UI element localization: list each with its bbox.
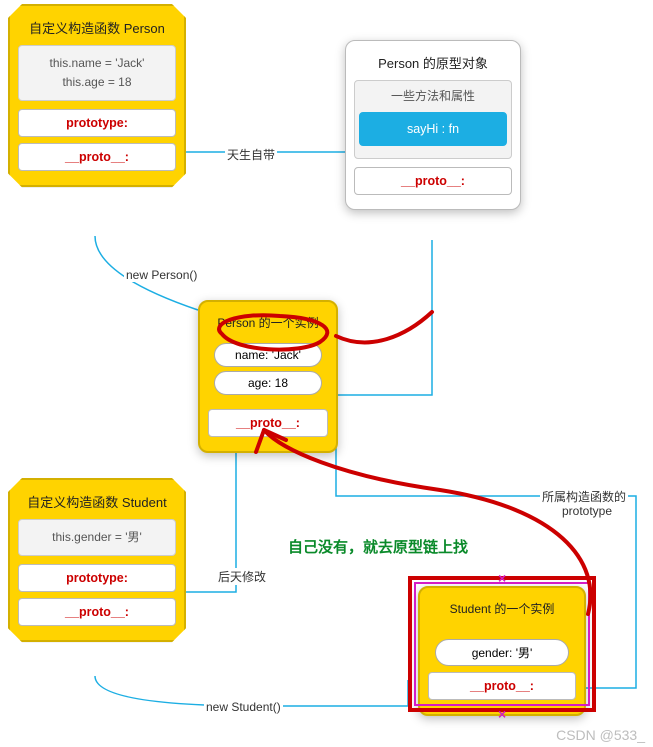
- person-constructor-title: 自定义构造函数 Person: [18, 14, 176, 45]
- person-instance-prop-age: age: 18: [214, 371, 322, 395]
- edge-label-new-person: new Person(): [124, 268, 199, 282]
- person-constructor-box: 自定义构造函数 Person this.name = 'Jack' this.a…: [8, 4, 186, 187]
- person-prototype-method: sayHi : fn: [359, 112, 507, 146]
- person-constructor-body: this.name = 'Jack' this.age = 18: [18, 45, 176, 101]
- student-ctor-prototype-slot: prototype:: [18, 564, 176, 592]
- edge-label-belongs-1: 所属构造函数的: [540, 488, 628, 505]
- annotation-green: 自己没有，就去原型链上找: [288, 536, 468, 557]
- watermark: CSDN @533_: [556, 727, 645, 743]
- edge-label-innate: 天生自带: [225, 146, 277, 163]
- person-ctor-code-2: this.age = 18: [25, 73, 169, 92]
- edge-label-new-student: new Student(): [204, 700, 283, 714]
- person-prototype-inner: 一些方法和属性 sayHi : fn: [354, 80, 512, 159]
- edge-label-belongs-2: prototype: [560, 504, 614, 518]
- edge-label-modify: 后天修改: [216, 568, 268, 585]
- student-constructor-box: 自定义构造函数 Student this.gender = '男' protot…: [8, 478, 186, 642]
- person-prototype-title: Person 的原型对象: [354, 49, 512, 80]
- student-instance-box: Student 的一个实例 gender: '男' __proto__:: [418, 586, 586, 716]
- student-ctor-proto-slot: __proto__:: [18, 598, 176, 626]
- student-instance-prop-gender: gender: '男': [435, 639, 568, 666]
- person-instance-proto-slot: __proto__:: [208, 409, 328, 437]
- student-constructor-title: 自定义构造函数 Student: [18, 488, 176, 519]
- person-instance-prop-name: name: 'Jack': [214, 343, 322, 367]
- person-instance-title: Person 的一个实例: [208, 310, 328, 339]
- selection-x-bottom: ×: [498, 706, 506, 722]
- person-ctor-prototype-slot: prototype:: [18, 109, 176, 137]
- person-ctor-code-1: this.name = 'Jack': [25, 54, 169, 73]
- selection-x-top: ×: [498, 570, 506, 586]
- person-ctor-proto-slot: __proto__:: [18, 143, 176, 171]
- person-prototype-box: Person 的原型对象 一些方法和属性 sayHi : fn __proto_…: [345, 40, 521, 210]
- student-instance-title: Student 的一个实例: [428, 596, 576, 635]
- person-prototype-proto-slot: __proto__:: [354, 167, 512, 195]
- student-ctor-code-1: this.gender = '男': [25, 528, 169, 547]
- person-prototype-sub: 一些方法和属性: [359, 87, 507, 106]
- student-constructor-body: this.gender = '男': [18, 519, 176, 556]
- person-instance-box: Person 的一个实例 name: 'Jack' age: 18 __prot…: [198, 300, 338, 453]
- student-instance-proto-slot: __proto__:: [428, 672, 576, 700]
